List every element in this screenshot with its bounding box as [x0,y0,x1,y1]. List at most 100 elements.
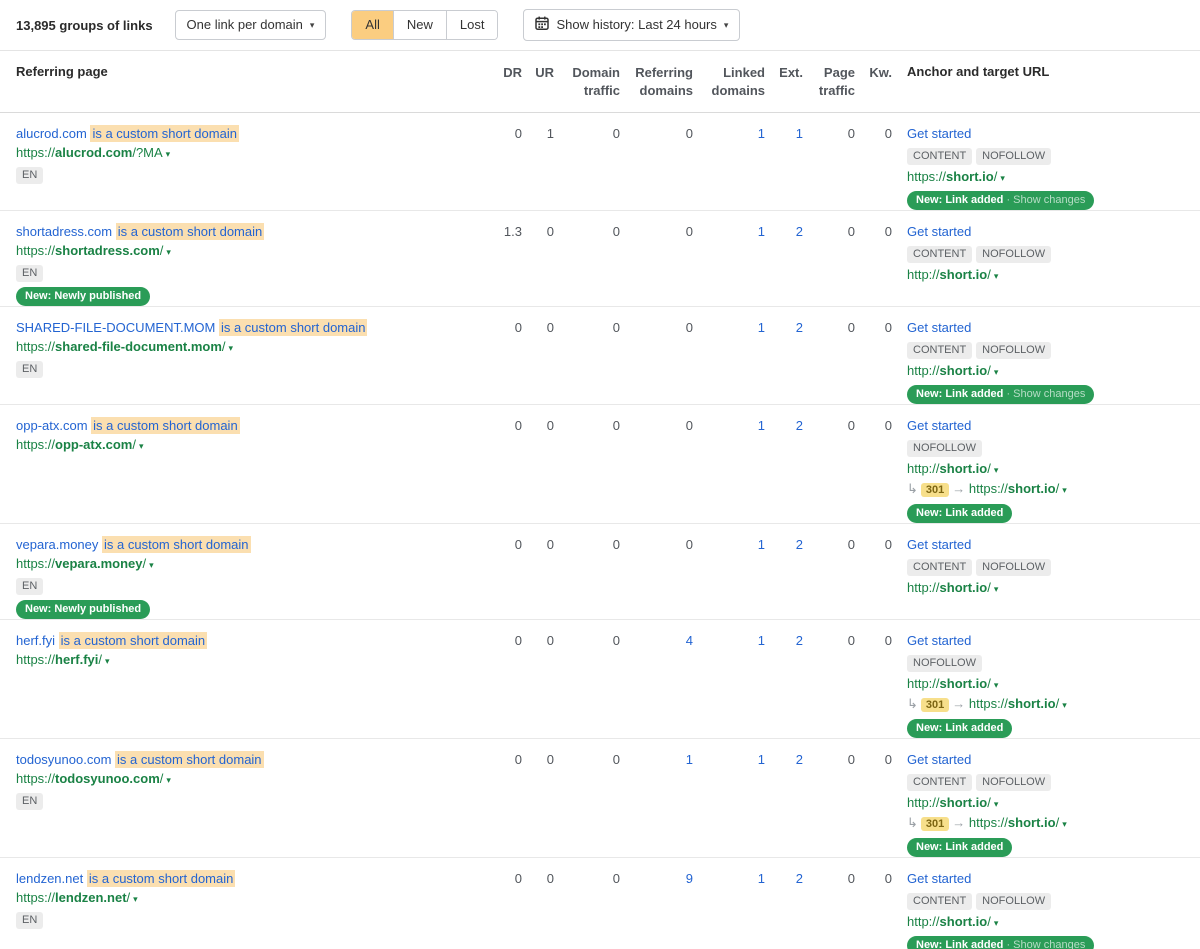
anchor-link[interactable]: Get started [907,223,971,241]
linked-domains-value[interactable]: 1 [693,632,765,650]
group-mode-dropdown[interactable]: One link per domain ▾ [175,10,327,40]
row-status-line: New: Newly published [16,285,490,306]
url-scheme: https:// [16,339,55,354]
ext-value[interactable]: 2 [765,536,803,554]
referring-domains-value[interactable]: 1 [620,751,693,769]
referring-page-cell: SHARED-FILE-DOCUMENT.MOM is a custom sho… [16,319,490,378]
page-title-line: shortadress.com is a custom short domain [16,223,490,241]
table-body: alucrod.com is a custom short domain htt… [0,113,1200,949]
ext-value[interactable]: 2 [765,417,803,435]
url-domain: alucrod.com [55,145,132,160]
referring-page-link[interactable]: alucrod.com [16,126,87,141]
anchor-link[interactable]: Get started [907,751,971,769]
referring-domains-value[interactable]: 4 [620,632,693,650]
linked-domains-value[interactable]: 1 [693,125,765,143]
language-badge: EN [16,361,43,378]
referring-page-url: https://todosyunoo.com/▾ [16,770,490,788]
anchor-link[interactable]: Get started [907,632,971,650]
domain-traffic-value: 0 [554,417,620,435]
anchor-link[interactable]: Get started [907,319,971,337]
col-referring-domains[interactable]: Referring domains [620,64,693,100]
segment-new[interactable]: New [393,11,446,39]
redirect-options-caret[interactable]: ▾ [1062,485,1067,495]
col-referring-page[interactable]: Referring page [16,64,490,80]
target-options-caret[interactable]: ▾ [994,271,999,281]
target-domain: short.io [940,795,988,810]
ext-value[interactable]: 2 [765,319,803,337]
url-options-caret[interactable]: ▾ [229,343,234,353]
target-options-caret[interactable]: ▾ [994,465,999,475]
ext-value[interactable]: 2 [765,751,803,769]
page-title-highlight: is a custom short domain [59,632,208,649]
target-options-caret[interactable]: ▾ [1000,173,1005,183]
col-dr[interactable]: DR [490,64,522,82]
change-badge-label: New: Link added [916,388,1003,400]
target-options-caret[interactable]: ▾ [994,367,999,377]
referring-page-link[interactable]: herf.fyi [16,633,55,648]
link-type-badges: CONTENTNOFOLLOW [907,146,1184,165]
url-options-caret[interactable]: ▾ [133,894,138,904]
referring-page-link[interactable]: shortadress.com [16,224,112,239]
ext-value[interactable]: 2 [765,870,803,888]
url-options-caret[interactable]: ▾ [166,149,171,159]
referring-page-link[interactable]: opp-atx.com [16,418,88,433]
url-options-caret[interactable]: ▾ [166,247,171,257]
referring-page-link[interactable]: SHARED-FILE-DOCUMENT.MOM [16,320,215,335]
segment-all[interactable]: All [352,11,392,39]
redirect-path: / [1056,481,1060,496]
show-changes-link[interactable]: · Show changes [1003,388,1085,400]
ext-value[interactable]: 2 [765,223,803,241]
col-ext[interactable]: Ext. [765,64,803,82]
kw-value: 0 [855,125,892,143]
linked-domains-value[interactable]: 1 [693,223,765,241]
nofollow-badge: NOFOLLOW [976,559,1051,576]
target-options-caret[interactable]: ▾ [994,799,999,809]
links-count: 13,895 groups of links [16,18,153,33]
nofollow-badge: NOFOLLOW [976,893,1051,910]
show-changes-link[interactable]: · Show changes [1003,939,1085,949]
col-kw[interactable]: Kw. [855,64,892,82]
anchor-link[interactable]: Get started [907,536,971,554]
url-domain: vepara.money [55,556,142,571]
redirect-options-caret[interactable]: ▾ [1062,700,1067,710]
ur-value: 0 [522,319,554,337]
show-history-dropdown[interactable]: Show history: Last 24 hours ▾ [523,9,740,41]
linked-domains-value[interactable]: 1 [693,417,765,435]
url-options-caret[interactable]: ▾ [166,775,171,785]
show-changes-link[interactable]: · Show changes [1003,194,1085,206]
linked-domains-value[interactable]: 1 [693,319,765,337]
referring-page-link[interactable]: lendzen.net [16,871,83,886]
target-options-caret[interactable]: ▾ [994,918,999,928]
ext-value[interactable]: 1 [765,125,803,143]
referring-page-link[interactable]: vepara.money [16,537,98,552]
referring-page-url: https://shortadress.com/▾ [16,242,490,260]
kw-value: 0 [855,319,892,337]
linked-domains-value[interactable]: 1 [693,751,765,769]
url-options-caret[interactable]: ▾ [149,560,154,570]
redirect-options-caret[interactable]: ▾ [1062,819,1067,829]
redirect-scheme: https:// [969,696,1008,711]
anchor-link[interactable]: Get started [907,870,971,888]
col-page-traffic[interactable]: Page traffic [803,64,855,100]
referring-page-url: https://herf.fyi/▾ [16,651,490,669]
ur-value: 0 [522,223,554,241]
col-domain-traffic[interactable]: Domain traffic [554,64,620,100]
kw-value: 0 [855,632,892,650]
anchor-link[interactable]: Get started [907,417,971,435]
anchor-link[interactable]: Get started [907,125,971,143]
linked-domains-value[interactable]: 1 [693,870,765,888]
referring-domains-value[interactable]: 9 [620,870,693,888]
ext-value[interactable]: 2 [765,632,803,650]
linked-domains-value[interactable]: 1 [693,536,765,554]
url-options-caret[interactable]: ▾ [105,656,110,666]
segment-lost[interactable]: Lost [446,11,498,39]
col-ur[interactable]: UR [522,64,554,82]
language-badge: EN [16,578,43,595]
col-anchor-target[interactable]: Anchor and target URL [892,64,1184,80]
page-traffic-value: 0 [803,125,855,143]
target-options-caret[interactable]: ▾ [994,584,999,594]
url-options-caret[interactable]: ▾ [139,441,144,451]
target-options-caret[interactable]: ▾ [994,680,999,690]
referring-page-link[interactable]: todosyunoo.com [16,752,111,767]
col-linked-domains[interactable]: Linked domains [693,64,765,100]
